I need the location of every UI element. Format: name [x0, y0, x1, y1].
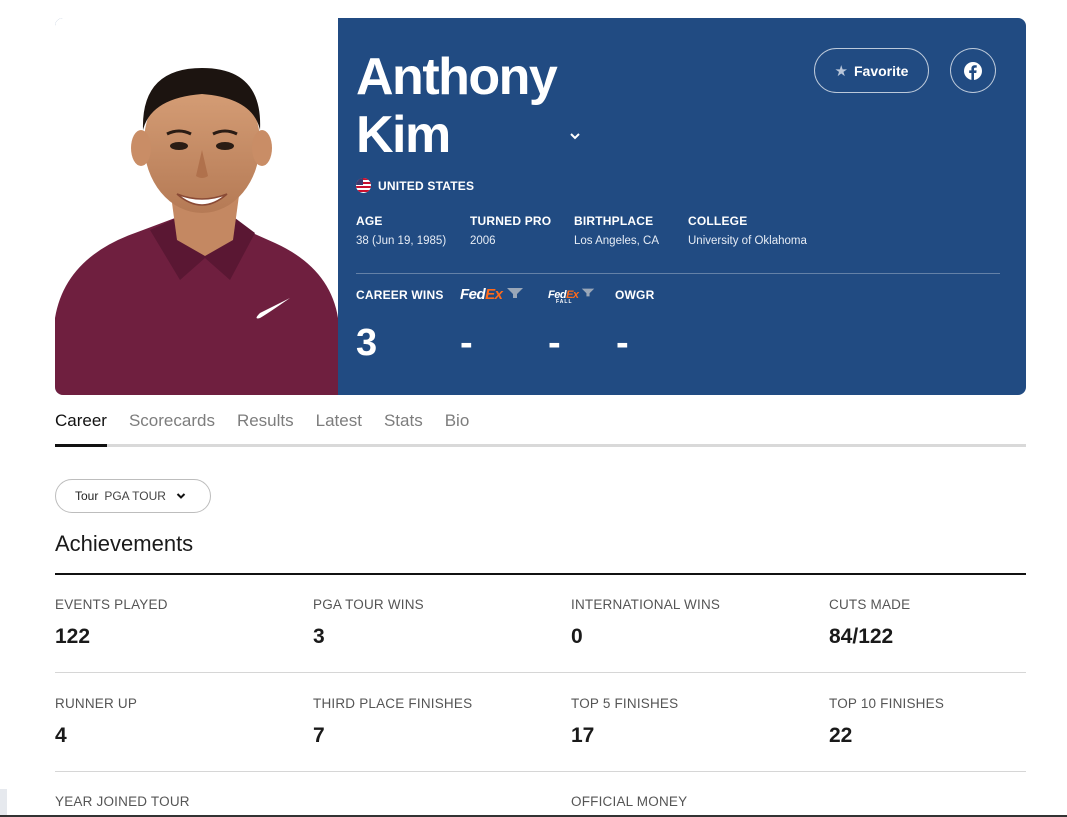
achievement-year-joined: YEAR JOINED TOUR	[55, 794, 190, 809]
achievement-value: 4	[55, 724, 67, 747]
achievement-label: INTERNATIONAL WINS	[571, 597, 721, 612]
achievement-value: 22	[829, 724, 853, 747]
info-label: BIRTHPLACE	[574, 214, 654, 228]
tour-select[interactable]: Tour PGA TOUR	[55, 479, 211, 513]
trophy-icon	[507, 288, 524, 298]
fedex-fall-logo: FedEx FALL	[548, 287, 595, 305]
achievement-international-wins: INTERNATIONAL WINS 0	[571, 597, 720, 649]
tour-select-label: Tour	[75, 489, 99, 503]
career-wins-value: 3	[356, 322, 378, 364]
player-first-name: Anthony	[356, 48, 558, 106]
achievements-rule	[55, 573, 1026, 575]
achievement-pga-tour-wins: PGA TOUR WINS 3	[313, 597, 424, 649]
achievement-label: RUNNER UP	[55, 696, 138, 711]
fedex-cup-logo: FedEx	[460, 286, 524, 303]
info-value: 2006	[470, 235, 496, 247]
player-name: Anthony Kim	[356, 48, 558, 164]
scroll-edge	[0, 789, 7, 817]
achievement-value: 7	[313, 724, 325, 747]
tab-stats[interactable]: Stats	[384, 410, 423, 448]
achievement-label: CUTS MADE	[829, 597, 911, 612]
achievement-value: 3	[313, 625, 325, 648]
achievement-label: OFFICIAL MONEY	[571, 794, 688, 809]
achievement-label: EVENTS PLAYED	[55, 597, 168, 612]
achievement-runner-up: RUNNER UP 4	[55, 696, 137, 748]
row-divider	[55, 771, 1026, 772]
achievement-value: 17	[571, 724, 595, 747]
achievement-label: YEAR JOINED TOUR	[55, 794, 190, 809]
achievement-official-money: OFFICIAL MONEY	[571, 794, 687, 809]
achievement-cuts-made: CUTS MADE 84/122	[829, 597, 910, 649]
achievement-top-10: TOP 10 FINISHES 22	[829, 696, 944, 748]
chevron-down-icon	[176, 493, 186, 499]
career-wins-label: CAREER WINS	[356, 288, 444, 302]
trophy-icon	[581, 288, 595, 297]
info-value: Los Angeles, CA	[574, 235, 660, 247]
achievement-value: 0	[571, 625, 583, 648]
facebook-share-button[interactable]	[950, 48, 996, 93]
achievement-label: PGA TOUR WINS	[313, 597, 424, 612]
achievement-events-played: EVENTS PLAYED 122	[55, 597, 168, 649]
player-country: UNITED STATES	[356, 178, 474, 193]
owgr-label: OWGR	[615, 288, 655, 302]
facebook-icon	[964, 61, 982, 80]
achievement-third-place: THIRD PLACE FINISHES 7	[313, 696, 472, 748]
achievement-value: 84/122	[829, 625, 894, 648]
info-turned-pro: TURNED PRO 2006	[470, 214, 551, 247]
info-age: AGE 38 (Jun 19, 1985)	[356, 214, 446, 247]
us-flag-icon	[356, 178, 371, 193]
tour-select-value: PGA TOUR	[104, 489, 166, 503]
fedex-fall-value: -	[548, 322, 561, 364]
achievement-label: TOP 10 FINISHES	[829, 696, 945, 711]
achievements-title: Achievements	[55, 531, 194, 556]
tab-bio[interactable]: Bio	[445, 410, 470, 448]
info-label: TURNED PRO	[470, 214, 552, 228]
fedex-fall-text: FALL	[556, 299, 573, 305]
chevron-down-icon[interactable]	[569, 130, 581, 142]
country-name: UNITED STATES	[378, 178, 475, 193]
achievement-label: TOP 5 FINISHES	[571, 696, 679, 711]
info-label: COLLEGE	[688, 214, 748, 228]
fedex-cup-value: -	[460, 322, 473, 364]
achievement-label: THIRD PLACE FINISHES	[313, 696, 473, 711]
tab-latest[interactable]: Latest	[316, 410, 362, 448]
player-last-name: Kim	[356, 106, 451, 164]
tab-results[interactable]: Results	[237, 410, 294, 448]
fedex-ex: Ex	[485, 286, 503, 303]
hero-divider	[356, 273, 1000, 274]
achievement-top-5: TOP 5 FINISHES 17	[571, 696, 678, 748]
row-divider	[55, 672, 1026, 673]
achievement-value: 122	[55, 625, 91, 648]
info-value: 38 (Jun 19, 1985)	[356, 235, 447, 247]
tab-career[interactable]: Career	[55, 410, 107, 448]
tab-scorecards[interactable]: Scorecards	[129, 410, 215, 448]
info-college: COLLEGE University of Oklahoma	[688, 214, 807, 247]
info-label: AGE	[356, 214, 383, 228]
favorite-button[interactable]: ★ Favorite	[814, 48, 929, 93]
fedex-fed: Fed	[460, 286, 486, 303]
player-hero: Anthony Kim UNITED STATES AGE 38 (Jun 19…	[55, 18, 1026, 395]
profile-tabs: Career Scorecards Results Latest Stats B…	[55, 410, 1026, 448]
star-icon: ★	[834, 62, 848, 80]
favorite-label: Favorite	[853, 62, 909, 79]
info-value: University of Oklahoma	[688, 235, 807, 247]
owgr-value: -	[616, 322, 629, 364]
player-photo	[55, 18, 338, 395]
info-birthplace: BIRTHPLACE Los Angeles, CA	[574, 214, 659, 247]
